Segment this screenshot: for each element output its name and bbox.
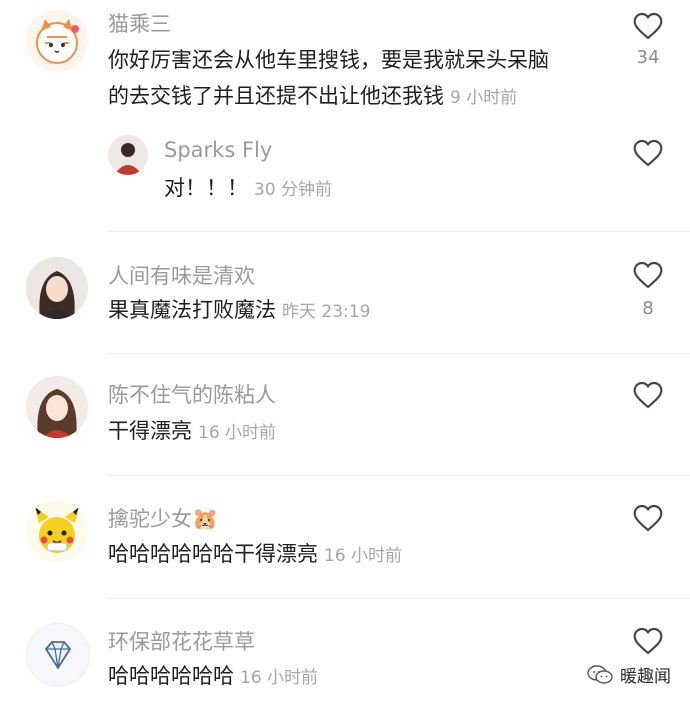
comment-text: 干得漂亮 16 小时前 xyxy=(108,413,558,451)
user-photo-icon xyxy=(26,376,88,438)
reply-body: 对！！！ xyxy=(164,176,248,200)
comment-body: 果真魔法打败魔法 xyxy=(108,298,276,322)
heart-icon[interactable] xyxy=(632,379,664,411)
cat-cartoon-icon xyxy=(36,19,79,64)
divider xyxy=(108,598,690,599)
comment-text: 果真魔法打败魔法 昨天 23:19 xyxy=(108,292,558,330)
comment-time: 16 小时前 xyxy=(324,546,403,566)
avatar[interactable] xyxy=(26,500,88,562)
watermark: 暖趣闻 xyxy=(586,662,671,687)
divider xyxy=(108,475,690,476)
commenter-name[interactable]: 擒驼少女🐹 xyxy=(108,503,218,533)
comment-text: 你好厉害还会从他车里搜钱，要是我就呆头呆脑的去交钱了并且还提不出让他还我钱 9 小… xyxy=(108,42,558,116)
heart-icon[interactable] xyxy=(632,10,664,42)
commenter-name[interactable]: 环保部花花草草 xyxy=(108,626,255,656)
like-count: 34 xyxy=(636,47,660,68)
avatar[interactable] xyxy=(108,135,148,175)
avatar[interactable] xyxy=(26,257,88,319)
user-photo-icon xyxy=(26,257,88,319)
reply-name[interactable]: Sparks Fly xyxy=(164,138,272,162)
like-count: 8 xyxy=(642,298,654,319)
user-photo-icon xyxy=(108,135,148,175)
commenter-name[interactable]: 人间有味是清欢 xyxy=(108,260,255,290)
heart-icon[interactable] xyxy=(632,502,664,534)
reply-time: 30 分钟前 xyxy=(254,180,333,200)
comment-time: 昨天 23:19 xyxy=(282,302,371,322)
comment-text: 哈哈哈哈哈哈干得漂亮 16 小时前 xyxy=(108,536,558,574)
pikachu-icon xyxy=(35,507,79,553)
avatar[interactable] xyxy=(26,623,90,687)
reply-text: 对！！！ 30 分钟前 xyxy=(164,170,614,208)
comment-time: 9 小时前 xyxy=(450,88,518,108)
avatar[interactable] xyxy=(26,376,88,438)
comment-text: 哈哈哈哈哈哈 16 小时前 xyxy=(108,658,558,696)
watermark-label: 暖趣闻 xyxy=(620,667,671,687)
avatar[interactable] xyxy=(26,10,88,72)
heart-icon[interactable] xyxy=(632,625,664,657)
comment-time: 16 小时前 xyxy=(198,423,277,443)
diamond-icon xyxy=(44,641,72,670)
comment-time: 16 小时前 xyxy=(240,668,319,688)
commenter-name[interactable]: 陈不住气的陈粘人 xyxy=(108,379,276,409)
heart-icon[interactable] xyxy=(632,259,664,291)
divider xyxy=(108,231,690,232)
wechat-icon xyxy=(587,664,613,684)
comment-body: 哈哈哈哈哈哈 xyxy=(108,664,234,688)
comment-body: 哈哈哈哈哈哈干得漂亮 xyxy=(108,542,318,566)
commenter-name[interactable]: 猫乘三 xyxy=(108,8,171,38)
heart-icon[interactable] xyxy=(632,137,664,169)
divider xyxy=(108,353,690,354)
comment-body: 干得漂亮 xyxy=(108,419,192,443)
